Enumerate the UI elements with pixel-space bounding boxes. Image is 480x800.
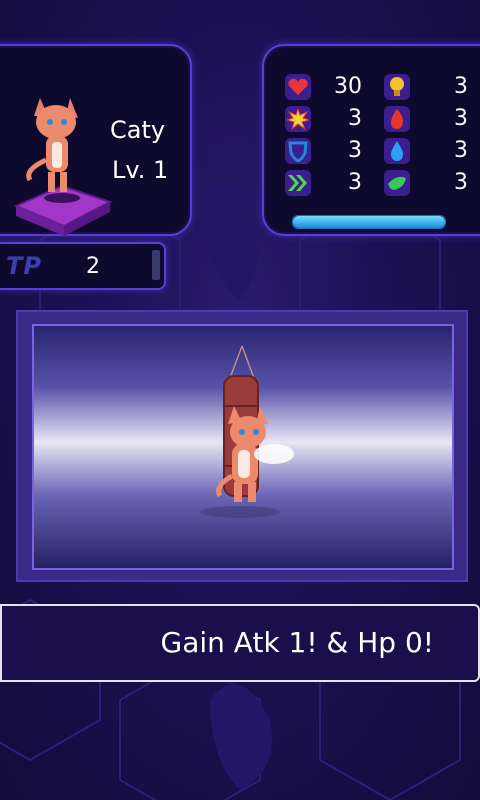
hp-gauge-fill bbox=[293, 216, 445, 228]
training-scene-frame bbox=[16, 310, 468, 582]
stat-value-fire: 3 bbox=[454, 106, 468, 131]
tp-value: 2 bbox=[86, 254, 100, 279]
training-scene bbox=[32, 324, 454, 570]
character-panel: Caty Lv. 1 bbox=[0, 44, 192, 236]
stat-value-attack: 3 bbox=[348, 106, 362, 131]
message-bar: Gain Atk 1! & Hp 0! bbox=[0, 604, 480, 682]
tp-label: TP bbox=[6, 252, 42, 280]
stat-value-defense: 3 bbox=[348, 138, 362, 163]
tp-bar: TP 2 bbox=[0, 242, 166, 290]
stat-value-hp: 30 bbox=[334, 74, 362, 99]
tp-bar-end-cap bbox=[152, 250, 160, 280]
message-text: Gain Atk 1! & Hp 0! bbox=[160, 626, 434, 659]
stat-value-nature: 3 bbox=[454, 170, 468, 195]
bulb-icon bbox=[384, 74, 410, 100]
hp-gauge bbox=[292, 215, 446, 229]
stat-value-speed: 3 bbox=[348, 170, 362, 195]
character-name: Caty bbox=[110, 116, 166, 144]
character-level: Lv. 1 bbox=[112, 156, 169, 184]
stat-value-water: 3 bbox=[454, 138, 468, 163]
heart-icon bbox=[285, 74, 311, 100]
speed-arrows-icon bbox=[285, 170, 311, 196]
stat-value-intellect: 3 bbox=[454, 74, 468, 99]
water-drop-icon bbox=[384, 138, 410, 164]
shield-icon bbox=[285, 138, 311, 164]
cat-punching-bag-illustration bbox=[200, 345, 294, 518]
explosion-icon bbox=[285, 106, 311, 132]
leaf-icon bbox=[384, 170, 410, 196]
fire-icon bbox=[384, 106, 410, 132]
